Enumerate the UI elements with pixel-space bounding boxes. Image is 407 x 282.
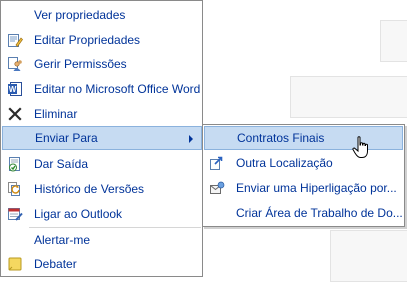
- discussion-icon: [2, 252, 28, 276]
- submenu-item-label: Criar Área de Trabalho de Do...: [236, 206, 403, 220]
- menu-item-label: Editar Propriedades: [34, 33, 141, 47]
- menu-item-edit-properties[interactable]: Editar Propriedades: [2, 28, 202, 52]
- menu-item-label: Debater: [34, 257, 77, 271]
- empty-icon-slot: [204, 201, 230, 225]
- svg-text:W: W: [9, 85, 17, 94]
- submenu-item-label: Outra Localização: [236, 156, 333, 170]
- menu-item-check-out[interactable]: Dar Saída: [2, 152, 202, 176]
- menu-item-version-history[interactable]: Histórico de Versões: [2, 177, 202, 201]
- edit-properties-icon: [2, 28, 28, 52]
- permissions-icon: [2, 52, 28, 76]
- send-to-submenu: Contratos Finais Outra Localização Envia…: [202, 124, 405, 227]
- submenu-item-create-workspace[interactable]: Criar Área de Trabalho de Do...: [204, 201, 403, 225]
- menu-item-edit-in-word[interactable]: W Editar no Microsoft Office Word: [2, 77, 202, 101]
- submenu-item-email-link[interactable]: Enviar uma Hiperligação por...: [204, 176, 403, 200]
- submenu-item-label: Contratos Finais: [237, 131, 325, 145]
- menu-item-label: Gerir Permissões: [34, 57, 127, 71]
- menu-item-connect-outlook[interactable]: Ligar ao Outlook: [2, 202, 202, 226]
- outlook-icon: [2, 202, 28, 226]
- menu-item-label: Ligar ao Outlook: [34, 207, 123, 221]
- menu-item-manage-permissions[interactable]: Gerir Permissões: [2, 52, 202, 76]
- empty-icon-slot: [205, 126, 231, 150]
- context-menu: Ver propriedades Editar Propriedades Ger…: [0, 0, 203, 277]
- background-panel: [290, 76, 407, 118]
- email-link-icon: [204, 176, 230, 200]
- word-icon: W: [2, 77, 28, 101]
- checkout-icon: [2, 152, 28, 176]
- menu-item-delete[interactable]: Eliminar: [2, 102, 202, 126]
- empty-icon-slot: [3, 126, 29, 150]
- empty-icon-slot: [2, 228, 28, 252]
- menu-item-label: Alertar-me: [34, 233, 91, 247]
- menu-item-label: Ver propriedades: [34, 8, 126, 22]
- hand-pointer-cursor-icon: [352, 136, 372, 163]
- menu-item-send-to[interactable]: Enviar Para: [2, 126, 202, 150]
- menu-item-label: Eliminar: [34, 107, 78, 121]
- menu-item-label: Enviar Para: [35, 131, 98, 145]
- submenu-item-label: Enviar uma Hiperligação por...: [236, 181, 397, 195]
- submenu-item-contratos-finais[interactable]: Contratos Finais: [204, 126, 403, 150]
- menu-item-label: Histórico de Versões: [34, 182, 145, 196]
- background-panel: [330, 230, 407, 282]
- send-to-other-location-icon: [204, 151, 230, 175]
- menu-item-view-properties[interactable]: Ver propriedades: [2, 3, 202, 27]
- menu-item-alert-me[interactable]: Alertar-me: [2, 228, 202, 252]
- background-panel: [380, 20, 407, 62]
- empty-icon-slot: [2, 3, 28, 27]
- submenu-item-other-location[interactable]: Outra Localização: [204, 151, 403, 175]
- menu-item-label: Editar no Microsoft Office Word: [34, 82, 201, 96]
- submenu-arrow-icon: [189, 135, 193, 143]
- version-history-icon: [2, 177, 28, 201]
- menu-item-discuss[interactable]: Debater: [2, 252, 202, 276]
- menu-item-label: Dar Saída: [34, 157, 89, 171]
- delete-icon: [2, 102, 28, 126]
